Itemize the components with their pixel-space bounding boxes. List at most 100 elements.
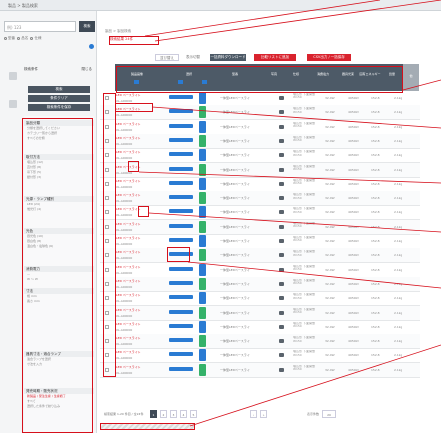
detail-link-bar[interactable] — [169, 95, 193, 99]
page-button[interactable]: 3 — [170, 410, 177, 418]
product-name-link[interactable]: LED ベースライト — [116, 293, 168, 297]
detail-link-bar[interactable] — [169, 338, 193, 343]
camera-icon[interactable] — [279, 310, 284, 315]
product-name-link[interactable]: LED ベースライト — [116, 250, 168, 254]
select-toggle-icon[interactable] — [199, 149, 206, 162]
page-button[interactable]: 5 — [190, 410, 197, 418]
column-header-more[interactable]: 他 — [403, 64, 419, 91]
last-page-button[interactable]: » — [260, 410, 267, 418]
detail-link-bar[interactable] — [169, 123, 193, 128]
sort-button[interactable]: 並び替え — [155, 54, 179, 61]
detail-link-bar[interactable] — [169, 352, 193, 357]
select-toggle-icon[interactable] — [199, 277, 206, 290]
product-name-link[interactable]: LED ベースライト — [116, 93, 168, 97]
select-toggle-icon[interactable] — [199, 335, 206, 348]
select-toggle-icon[interactable] — [199, 106, 206, 119]
product-name-link[interactable]: LED ベースライト — [116, 308, 168, 312]
panel-toggle[interactable]: 閉じる — [82, 67, 93, 72]
camera-icon[interactable] — [279, 281, 284, 286]
detail-link-bar[interactable] — [169, 223, 193, 228]
detail-link-bar[interactable] — [169, 323, 193, 328]
detail-link-bar[interactable] — [169, 152, 193, 157]
camera-icon[interactable] — [279, 367, 284, 372]
camera-icon[interactable] — [279, 267, 284, 272]
camera-icon[interactable] — [279, 224, 284, 229]
panel-save-button[interactable]: 検索条件を保存 — [28, 104, 90, 111]
table-row[interactable]: LED ベースライト XL-A00000 一体型LEDベースライト 埋込形 下面開放 … — [100, 291, 420, 307]
select-toggle-icon[interactable] — [199, 349, 206, 362]
product-name-link[interactable]: LED ベースライト — [116, 365, 168, 369]
camera-icon[interactable] — [279, 296, 284, 301]
detail-link-bar[interactable] — [169, 266, 193, 271]
camera-icon[interactable] — [279, 353, 284, 358]
camera-icon[interactable] — [279, 124, 284, 129]
camera-icon[interactable] — [279, 196, 284, 201]
product-name-link[interactable]: LED ベースライト — [116, 236, 168, 240]
product-name-link[interactable]: LED ベースライト — [116, 150, 168, 154]
select-toggle-icon[interactable] — [199, 192, 206, 205]
detail-link-bar[interactable] — [169, 238, 193, 242]
bookmark-icon[interactable] — [9, 100, 17, 108]
select-toggle-icon[interactable] — [199, 177, 206, 190]
table-row[interactable]: LED ベースライト XL-A00000 一体型LEDベースライト 埋込形 下面開放 … — [100, 334, 420, 350]
product-name-link[interactable]: LED ベースライト — [116, 136, 168, 140]
table-row[interactable]: LED ベースライト XL-A00000 一体型LEDベースライト 埋込形 下面開放 … — [100, 348, 420, 364]
camera-icon[interactable] — [279, 339, 284, 344]
select-toggle-icon[interactable] — [199, 206, 206, 219]
select-toggle-icon[interactable] — [199, 163, 206, 176]
bulk-download-button[interactable]: 一括資料ダウンロード — [210, 54, 246, 61]
table-row[interactable]: LED ベースライト XL-A00000 一体型LEDベースライト 埋込形 下面開放 … — [100, 219, 420, 235]
select-toggle-icon[interactable] — [199, 306, 206, 319]
product-name-link[interactable]: LED ベースライト — [116, 122, 168, 126]
info-icon[interactable] — [89, 44, 94, 49]
detail-link-bar[interactable] — [169, 137, 193, 142]
detail-link-bar[interactable] — [169, 195, 193, 200]
table-row[interactable]: LED ベースライト XL-A00000 一体型LEDベースライト 埋込形 下面開放 … — [100, 248, 420, 264]
next-page-button[interactable]: › — [250, 410, 257, 418]
page-button-active[interactable]: 1 — [150, 410, 157, 418]
camera-icon[interactable] — [279, 253, 284, 258]
table-row[interactable]: LED ベースライト XL-A00000 一体型LEDベースライト 埋込形 下面開放 … — [100, 234, 420, 249]
camera-icon[interactable] — [279, 153, 284, 158]
radio-icon[interactable] — [17, 36, 21, 40]
search-input[interactable]: 例) 123 — [4, 21, 76, 32]
detail-link-bar[interactable] — [169, 366, 193, 371]
panel-search-button[interactable]: 検索 — [28, 86, 90, 93]
table-row[interactable]: LED ベースライト XL-A00000 一体型LEDベースライト 埋込形 下面開放 … — [100, 191, 420, 207]
product-name-link[interactable]: LED ベースライト — [116, 193, 168, 197]
table-row[interactable]: LED ベースライト XL-A00000 一体型LEDベースライト 埋込形 下面開放 … — [100, 148, 420, 164]
product-name-link[interactable]: LED ベースライト — [116, 265, 168, 269]
product-name-link[interactable]: LED ベースライト — [116, 222, 168, 226]
filter-icon[interactable] — [9, 72, 17, 80]
select-toggle-icon[interactable] — [199, 363, 206, 376]
detail-link-bar[interactable] — [169, 309, 193, 314]
detail-link-bar[interactable] — [169, 209, 193, 214]
search-button[interactable]: 検索 — [79, 21, 95, 32]
view-toggle-button[interactable]: 表示切替 — [183, 54, 203, 61]
table-row[interactable]: LED ベースライト XL-A00000 一体型LEDベースライト 埋込形 下面開放 … — [100, 162, 420, 178]
product-name-link[interactable]: LED ベースライト — [116, 350, 168, 354]
product-name-link[interactable]: LED ベースライト — [116, 179, 168, 183]
select-toggle-icon[interactable] — [199, 249, 206, 262]
table-row[interactable]: LED ベースライト XL-A00000 一体型LEDベースライト 埋込形 下面開放 … — [100, 305, 420, 321]
search-mode-radios[interactable]: 型番 品名 仕様 — [4, 36, 94, 42]
table-row[interactable]: LED ベースライト XL-A00000 一体型LEDベースライト 埋込形 下面開放 … — [100, 177, 420, 192]
product-name-link[interactable]: LED ベースライト — [116, 165, 168, 169]
camera-icon[interactable] — [279, 167, 284, 172]
select-toggle-icon[interactable] — [199, 263, 206, 276]
camera-icon[interactable] — [279, 110, 284, 115]
select-toggle-icon[interactable] — [199, 134, 206, 147]
table-row[interactable]: LED ベースライト XL-A00000 一体型LEDベースライト 埋込形 下面開放 … — [100, 263, 420, 278]
camera-icon[interactable] — [279, 324, 284, 329]
product-name-link[interactable]: LED ベースライト — [116, 336, 168, 340]
select-toggle-icon[interactable] — [199, 235, 206, 247]
table-row[interactable]: LED ベースライト XL-A00000 一体型LEDベースライト 埋込形 下面開放 … — [100, 362, 420, 378]
product-name-link[interactable]: LED ベースライト — [116, 279, 168, 283]
detail-link-bar[interactable] — [169, 180, 193, 185]
breadcrumb[interactable]: 製品 > 製品検索 — [105, 29, 131, 34]
select-toggle-icon[interactable] — [199, 92, 206, 104]
camera-icon[interactable] — [279, 239, 284, 243]
camera-icon[interactable] — [279, 96, 284, 100]
detail-link-bar[interactable] — [169, 166, 193, 171]
table-row[interactable]: LED ベースライト XL-A00000 一体型LEDベースライト 埋込形 下面開放 … — [100, 276, 420, 292]
